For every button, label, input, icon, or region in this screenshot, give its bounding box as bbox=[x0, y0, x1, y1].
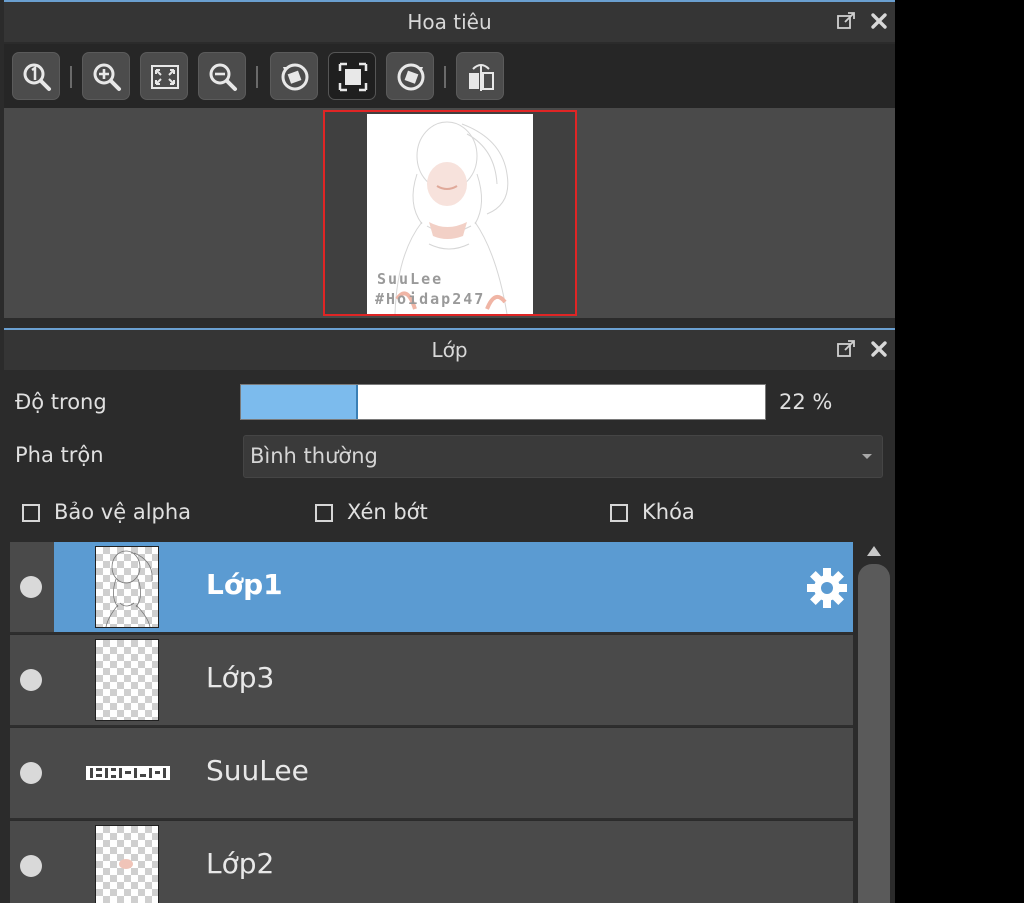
blend-mode-value: Bình thường bbox=[250, 444, 378, 468]
layer-name: Lớp2 bbox=[206, 847, 275, 880]
layers-title-bar: Lớp bbox=[4, 328, 895, 370]
layer-name: Lớp1 bbox=[206, 568, 283, 601]
color-thumbnail-image bbox=[119, 859, 133, 869]
view-frame[interactable]: SuuLee #Hoidap247 bbox=[323, 110, 577, 316]
chevron-down-icon bbox=[862, 454, 872, 459]
fit-window-icon bbox=[151, 65, 179, 89]
actual-size-icon bbox=[23, 63, 51, 91]
zoom-in-icon bbox=[93, 63, 121, 91]
app-window: Hoa tiêu SuuLee #Hoidap247 Lớp Độ trong … bbox=[0, 0, 895, 903]
scrollbar-thumb[interactable] bbox=[858, 564, 890, 903]
close-icon[interactable] bbox=[869, 339, 889, 359]
toolbar-separator bbox=[70, 66, 72, 88]
navigator-title-bar: Hoa tiêu bbox=[4, 0, 895, 42]
protect-alpha-label: Bảo vệ alpha bbox=[54, 500, 192, 524]
watermark-line2: #Hoidap247 bbox=[375, 290, 486, 308]
gear-icon[interactable] bbox=[805, 566, 849, 610]
watermark-line1: SuuLee bbox=[377, 270, 444, 288]
checkbox-box[interactable] bbox=[315, 504, 333, 522]
zoom-out-icon bbox=[209, 63, 237, 91]
flip-horizontal-button[interactable] bbox=[456, 52, 504, 100]
checkbox-box[interactable] bbox=[22, 504, 40, 522]
rotate-right-icon bbox=[397, 63, 425, 91]
layer-row[interactable]: Lớp3 bbox=[10, 635, 853, 727]
layer-row[interactable]: Lớp1 bbox=[10, 542, 853, 634]
zoom-in-button[interactable] bbox=[82, 52, 130, 100]
zoom-out-button[interactable] bbox=[198, 52, 246, 100]
scroll-up-arrow-icon[interactable] bbox=[867, 546, 881, 556]
rotate-left-button[interactable] bbox=[270, 52, 318, 100]
flip-horizontal-icon bbox=[469, 64, 494, 91]
layer-thumbnail bbox=[86, 762, 170, 784]
opacity-slider-fill bbox=[241, 385, 359, 419]
blend-mode-select[interactable]: Bình thường bbox=[243, 435, 883, 478]
sketch-thumbnail-image bbox=[105, 550, 153, 628]
navigator-title: Hoa tiêu bbox=[407, 10, 492, 34]
close-icon[interactable] bbox=[869, 11, 889, 31]
opacity-value: 22 % bbox=[779, 390, 833, 414]
blend-label: Pha trộn bbox=[15, 443, 104, 467]
layer-thumbnail bbox=[95, 639, 159, 721]
navigator-preview[interactable]: SuuLee #Hoidap247 bbox=[4, 108, 895, 318]
layer-thumbnail bbox=[95, 825, 159, 903]
layer-name: Lớp3 bbox=[206, 661, 275, 694]
visibility-toggle-icon[interactable] bbox=[20, 855, 42, 877]
layer-row[interactable]: Lớp2 bbox=[10, 821, 853, 903]
visibility-toggle-icon[interactable] bbox=[20, 576, 42, 598]
visibility-toggle-icon[interactable] bbox=[20, 762, 42, 784]
rotate-right-button[interactable] bbox=[386, 52, 434, 100]
layers-title: Lớp bbox=[431, 338, 468, 362]
layer-row[interactable]: SuuLee bbox=[10, 728, 853, 820]
toolbar-separator bbox=[256, 66, 258, 88]
text-layer-thumbnail-image bbox=[86, 766, 170, 780]
lock-label: Khóa bbox=[642, 500, 695, 524]
layer-list-scrollbar[interactable] bbox=[856, 542, 892, 903]
fit-canvas-button[interactable] bbox=[328, 52, 376, 100]
visibility-toggle-icon[interactable] bbox=[20, 669, 42, 691]
layer-thumbnail bbox=[95, 546, 159, 628]
actual-size-button[interactable] bbox=[12, 52, 60, 100]
popout-icon[interactable] bbox=[836, 11, 856, 31]
fit-window-button[interactable] bbox=[140, 52, 188, 100]
toolbar-separator bbox=[444, 66, 446, 88]
clipping-label: Xén bớt bbox=[347, 500, 428, 524]
layer-list: Lớp1 Lớp3 SuuLee Lớp2 bbox=[10, 542, 853, 903]
rotate-left-icon bbox=[281, 63, 309, 91]
opacity-label: Độ trong bbox=[15, 390, 107, 414]
fit-canvas-icon bbox=[338, 62, 368, 92]
popout-icon[interactable] bbox=[836, 339, 856, 359]
checkbox-box[interactable] bbox=[610, 504, 628, 522]
opacity-slider[interactable] bbox=[240, 384, 766, 420]
navigator-toolbar bbox=[4, 44, 895, 108]
layer-name: SuuLee bbox=[206, 754, 309, 787]
